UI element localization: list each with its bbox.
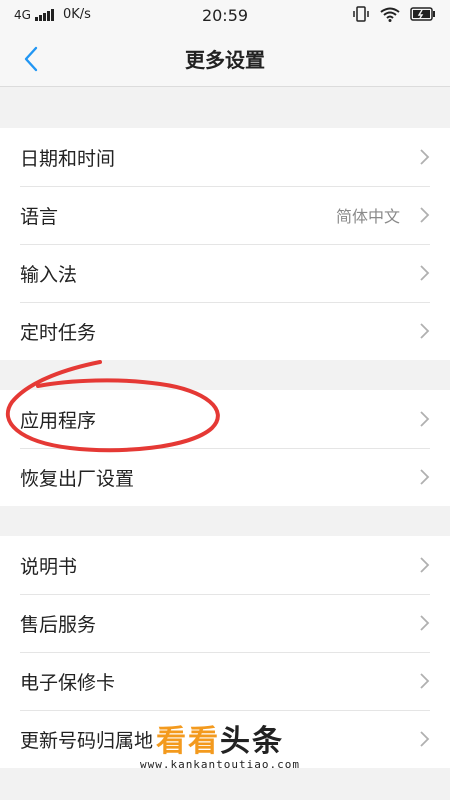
- settings-item-label: 说明书: [20, 555, 78, 578]
- wifi-icon: [380, 7, 400, 22]
- chevron-right-icon: [420, 265, 430, 281]
- chevron-right-icon: [420, 323, 430, 339]
- settings-item-applications[interactable]: 应用程序: [0, 390, 450, 448]
- page-title: 更多设置: [185, 48, 265, 72]
- watermark-url: www.kankantoutiao.com: [139, 758, 301, 771]
- chevron-right-icon: [420, 557, 430, 573]
- language-value: 简体中文: [335, 207, 400, 226]
- settings-item-label: 语言: [20, 205, 59, 228]
- vibrate-icon: [353, 6, 369, 22]
- settings-item-factory-reset[interactable]: 恢复出厂设置: [0, 448, 450, 506]
- title-bar: 更多设置: [0, 30, 450, 87]
- status-right: [352, 6, 436, 22]
- settings-item-label: 输入法: [20, 263, 78, 286]
- screen: 4G 0K/s 20:59 更多设置 日期和时间 语言 简体中文 输入法 定时任…: [0, 0, 450, 800]
- settings-item-label: 恢复出厂设置: [20, 467, 135, 490]
- chevron-right-icon: [420, 411, 430, 427]
- settings-item-date-time[interactable]: 日期和时间: [0, 128, 450, 186]
- settings-item-input-method[interactable]: 输入法: [0, 244, 450, 302]
- chevron-right-icon: [420, 673, 430, 689]
- settings-item-language[interactable]: 语言 简体中文: [0, 186, 450, 244]
- chevron-right-icon: [420, 731, 430, 747]
- watermark-title-orange: 看看: [156, 724, 220, 759]
- settings-item-after-sales[interactable]: 售后服务: [0, 594, 450, 652]
- settings-item-label: 售后服务: [20, 613, 97, 636]
- chevron-right-icon: [420, 615, 430, 631]
- settings-item-scheduled-tasks[interactable]: 定时任务: [0, 302, 450, 360]
- settings-item-label: 日期和时间: [20, 147, 116, 170]
- settings-item-warranty-card[interactable]: 电子保修卡: [0, 652, 450, 710]
- settings-item-manual[interactable]: 说明书: [0, 536, 450, 594]
- settings-item-label: 应用程序: [20, 409, 97, 432]
- settings-group-1: 日期和时间 语言 简体中文 输入法 定时任务: [0, 128, 450, 360]
- settings-item-label: 电子保修卡: [20, 671, 116, 694]
- battery-icon: [410, 7, 435, 21]
- chevron-right-icon: [420, 207, 430, 223]
- status-bar: 4G 0K/s 20:59: [0, 0, 450, 30]
- watermark-title-black: 头条: [220, 724, 284, 759]
- settings-item-label: 定时任务: [20, 321, 97, 344]
- watermark-title: 看看头条: [120, 726, 320, 758]
- chevron-right-icon: [420, 149, 430, 165]
- settings-group-2: 应用程序 恢复出厂设置: [0, 390, 450, 506]
- chevron-right-icon: [420, 469, 430, 485]
- watermark: 看看头条 www.kankantoutiao.com: [120, 726, 320, 776]
